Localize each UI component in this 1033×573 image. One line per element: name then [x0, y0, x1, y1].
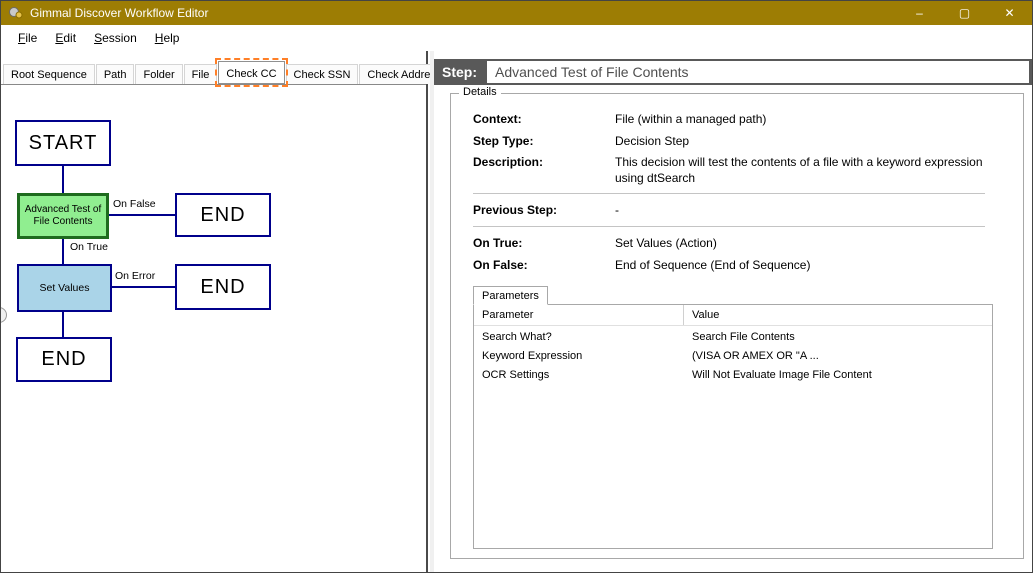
step-label: Step: — [442, 64, 477, 80]
field-description-value: This decision will test the contents of … — [615, 155, 1013, 186]
tab-path[interactable]: Path — [96, 64, 135, 84]
cell-parameter: OCR Settings — [474, 369, 684, 381]
cell-parameter: Keyword Expression — [474, 350, 684, 362]
tab-root-sequence[interactable]: Root Sequence — [3, 64, 95, 84]
menu-help[interactable]: Help — [146, 27, 189, 49]
field-step-type: Step Type: Decision Step — [473, 134, 1013, 150]
node-action-set-values[interactable]: Set Values — [17, 264, 112, 312]
cell-parameter: Search What? — [474, 331, 684, 343]
splitter-handle[interactable] — [0, 307, 7, 323]
parameters-section: Parameters Parameter Value Search What? … — [473, 285, 1013, 549]
node-start[interactable]: START — [15, 120, 111, 166]
step-header: Step: Advanced Test of File Contents — [434, 59, 1032, 85]
sequence-tabstrip: Root Sequence Path Folder File Check CC … — [1, 61, 426, 85]
column-parameter[interactable]: Parameter — [474, 305, 684, 325]
field-on-false: On False: End of Sequence (End of Sequen… — [473, 258, 1013, 274]
details-groupbox: Details Context: File (within a managed … — [450, 93, 1024, 559]
cell-value: Search File Contents — [684, 331, 992, 343]
edge-label-on-error: On Error — [115, 270, 155, 282]
node-end-final[interactable]: END — [16, 337, 112, 382]
edge-label-on-true: On True — [70, 241, 108, 253]
field-description: Description: This decision will test the… — [473, 155, 1013, 186]
separator — [473, 193, 985, 194]
minimize-icon[interactable]: – — [897, 1, 942, 25]
table-row[interactable]: OCR Settings Will Not Evaluate Image Fil… — [474, 367, 992, 383]
maximize-icon[interactable]: ▢ — [942, 1, 987, 25]
edge-on-error — [112, 286, 175, 288]
app-window: Gimmal Discover Workflow Editor – ▢ ✕ Fi… — [0, 0, 1033, 573]
table-row[interactable]: Search What? Search File Contents — [474, 329, 992, 345]
edge-action-to-end — [62, 312, 64, 337]
field-on-false-value: End of Sequence (End of Sequence) — [615, 258, 1013, 274]
window-title: Gimmal Discover Workflow Editor — [30, 6, 897, 20]
workflow-canvas[interactable]: On False On True On Error START Advanced… — [1, 85, 426, 562]
tab-file[interactable]: File — [184, 64, 218, 84]
field-step-type-value: Decision Step — [615, 134, 1013, 150]
node-end-on-error[interactable]: END — [175, 264, 271, 310]
field-step-type-label: Step Type: — [473, 134, 615, 150]
tab-check-ssn[interactable]: Check SSN — [286, 64, 359, 84]
field-context-label: Context: — [473, 112, 615, 128]
field-previous-step: Previous Step: - — [473, 203, 1013, 219]
menu-file[interactable]: File — [9, 27, 46, 49]
menu-edit[interactable]: Edit — [46, 27, 85, 49]
parameters-table-header: Parameter Value — [474, 305, 992, 326]
workflow-pane: Root Sequence Path Folder File Check CC … — [1, 51, 428, 572]
edge-on-false — [109, 214, 175, 216]
cell-value: Will Not Evaluate Image File Content — [684, 369, 992, 381]
tab-folder[interactable]: Folder — [135, 64, 182, 84]
edge-decision-to-action — [62, 239, 64, 264]
field-on-true-value: Set Values (Action) — [615, 236, 1013, 252]
details-pane: Step: Advanced Test of File Contents Det… — [434, 51, 1032, 572]
title-bar: Gimmal Discover Workflow Editor – ▢ ✕ — [1, 1, 1032, 25]
details-fields: Context: File (within a managed path) St… — [451, 94, 1023, 549]
separator — [473, 226, 985, 227]
edge-start-to-decision — [62, 166, 64, 193]
table-row[interactable]: Keyword Expression (VISA OR AMEX OR "A .… — [474, 348, 992, 364]
close-icon[interactable]: ✕ — [987, 1, 1032, 25]
field-on-true: On True: Set Values (Action) — [473, 236, 1013, 252]
parameters-table[interactable]: Parameter Value Search What? Search File… — [473, 304, 993, 549]
field-on-false-label: On False: — [473, 258, 615, 274]
field-previous-step-label: Previous Step: — [473, 203, 615, 219]
details-group-label: Details — [459, 86, 501, 98]
tab-parameters[interactable]: Parameters — [473, 286, 548, 305]
app-icon[interactable] — [8, 5, 24, 21]
field-context-value: File (within a managed path) — [615, 112, 1013, 128]
field-on-true-label: On True: — [473, 236, 615, 252]
field-previous-step-value: - — [615, 203, 1013, 219]
edge-label-on-false: On False — [113, 198, 156, 210]
cell-value: (VISA OR AMEX OR "A ... — [684, 350, 992, 362]
step-title: Advanced Test of File Contents — [487, 61, 1029, 83]
menu-session[interactable]: Session — [85, 27, 146, 49]
node-end-on-false[interactable]: END — [175, 193, 271, 237]
field-context: Context: File (within a managed path) — [473, 112, 1013, 128]
node-decision-advanced-test[interactable]: Advanced Test of File Contents — [17, 193, 109, 239]
tab-check-cc[interactable]: Check CC — [218, 61, 284, 84]
field-description-label: Description: — [473, 155, 615, 186]
column-value[interactable]: Value — [684, 309, 992, 321]
menu-bar: File Edit Session Help — [1, 25, 1032, 51]
